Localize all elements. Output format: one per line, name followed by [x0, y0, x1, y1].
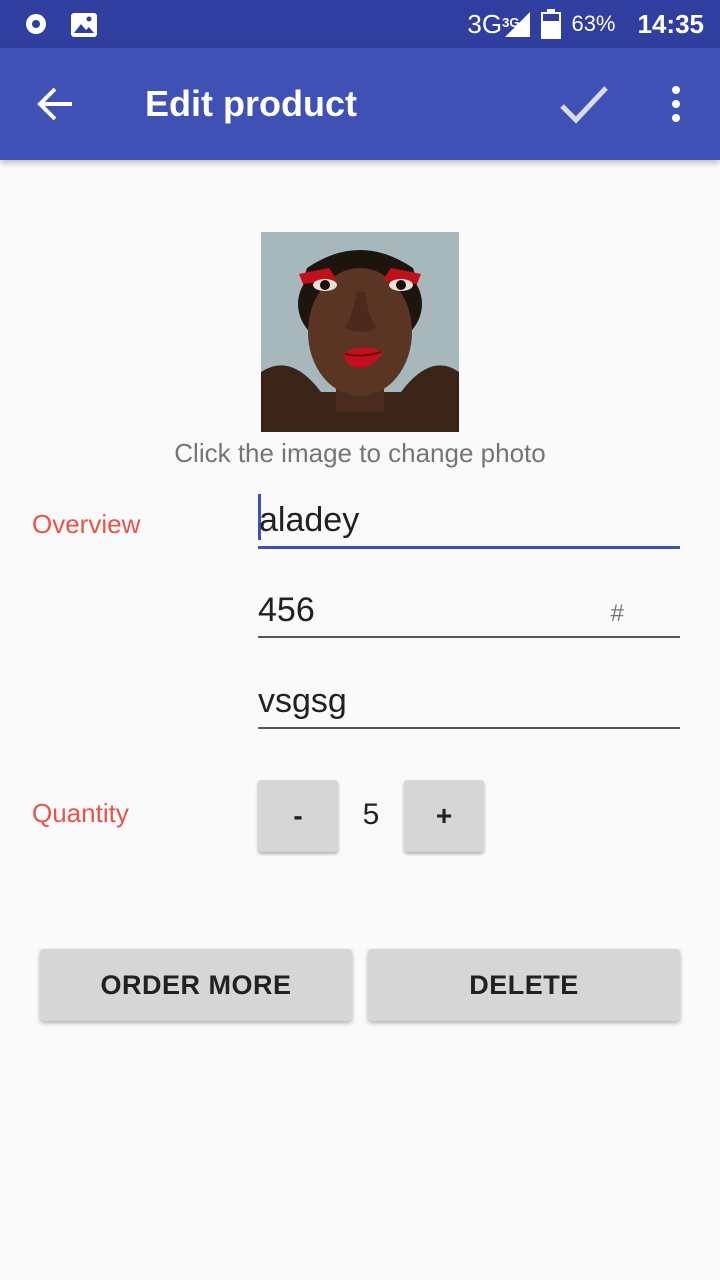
battery-icon — [541, 9, 562, 39]
status-bar: 3G 3G 63% 14:35 — [0, 0, 720, 48]
quantity-value: 5 — [362, 798, 380, 831]
clock: 14:35 — [637, 8, 705, 39]
delete-button[interactable]: DELETE — [368, 949, 680, 1021]
save-button[interactable] — [552, 74, 616, 134]
battery-percent: 63% — [571, 11, 616, 36]
price-input[interactable]: 456 # — [258, 586, 680, 638]
signal-icon — [505, 12, 531, 37]
increase-quantity-button[interactable]: + — [404, 780, 484, 852]
network-type: 3G — [467, 8, 503, 39]
price-value: 456 — [258, 591, 315, 629]
decrease-quantity-button[interactable]: - — [258, 780, 338, 852]
app-bar: Edit product — [0, 48, 720, 160]
product-name-input[interactable]: aladey — [258, 494, 680, 549]
overview-label: Overview — [32, 509, 141, 539]
change-photo-hint: Click the image to change photo — [174, 438, 546, 468]
page-title: Edit product — [145, 83, 357, 124]
price-suffix: # — [610, 600, 624, 627]
more-options-button[interactable] — [656, 74, 696, 134]
supplier-value: vsgsg — [258, 682, 347, 720]
quantity-label: Quantity — [32, 798, 129, 828]
check-icon — [560, 86, 608, 124]
arrow-back-icon — [37, 87, 72, 121]
back-button[interactable] — [28, 76, 84, 132]
supplier-input[interactable]: vsgsg — [258, 677, 680, 729]
product-name-value: aladey — [259, 501, 360, 539]
order-more-button[interactable]: ORDER MORE — [40, 949, 352, 1021]
network-indicator: 3G 3G — [467, 9, 531, 40]
more-vert-icon — [672, 86, 680, 122]
image-icon — [71, 13, 97, 37]
record-icon — [26, 14, 46, 34]
portrait-image — [261, 232, 459, 432]
product-photo[interactable] — [261, 232, 459, 432]
